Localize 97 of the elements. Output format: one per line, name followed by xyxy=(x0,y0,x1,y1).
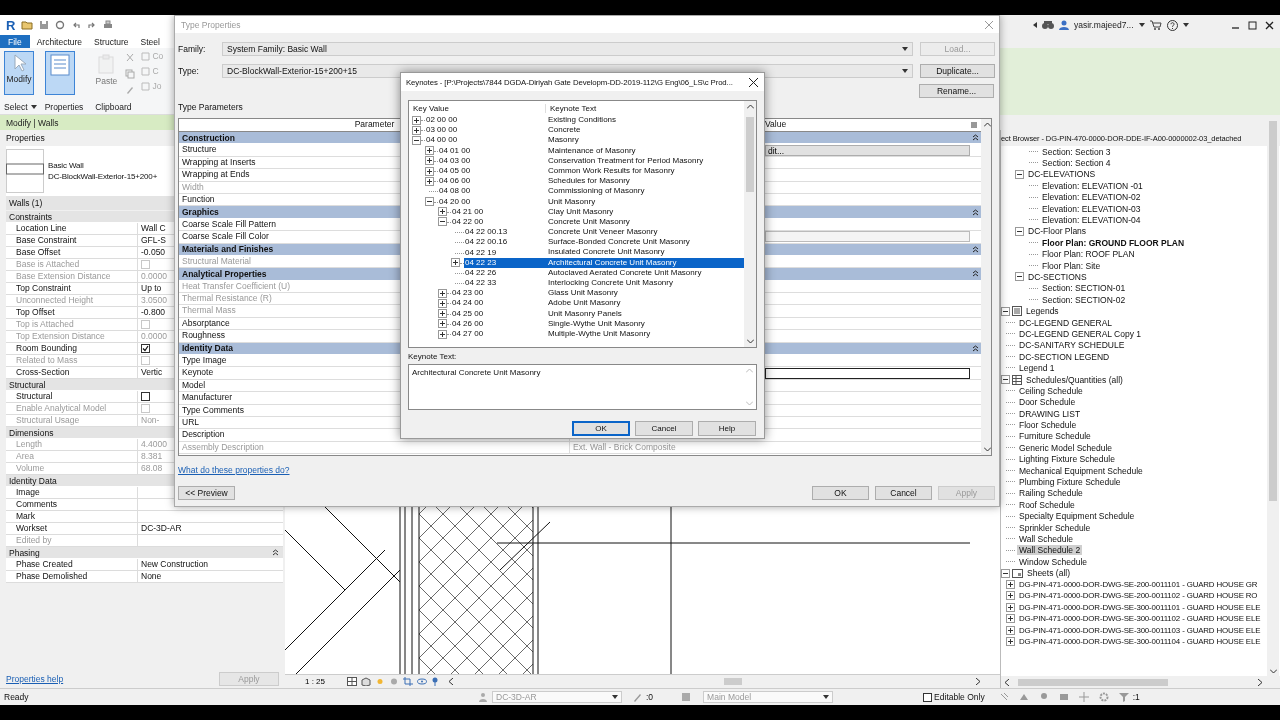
property-label: Base is Attached xyxy=(6,259,138,270)
property-label: Unconnected Height xyxy=(6,295,138,306)
property-label: Top Constraint xyxy=(6,283,138,294)
property-label: Workset xyxy=(6,523,138,534)
group-label: Constraints xyxy=(9,211,52,222)
property-value: -0.050 xyxy=(141,247,166,258)
property-label: Enable Analytical Model xyxy=(6,403,138,414)
property-label: Image xyxy=(6,487,138,498)
panel-label: Clipboard xyxy=(95,102,132,112)
key-value: 03 00 00 xyxy=(425,125,459,136)
property-label: Phase Demolished xyxy=(6,571,138,582)
keynote-text: Clay Unit Masonry xyxy=(547,206,615,217)
field-label: Keynote Text: xyxy=(408,352,457,361)
group-label: Identity Data xyxy=(9,475,57,486)
property-label: Length xyxy=(6,439,138,450)
keynote-text: Architectural Concrete Unit Masonry xyxy=(545,257,744,268)
group-label: Structural xyxy=(9,379,46,390)
key-value: 04 01 00 xyxy=(438,145,472,156)
property-label: Area xyxy=(6,451,138,462)
group-label: Phasing xyxy=(9,547,40,558)
property-label: Edited by xyxy=(6,535,138,546)
tool-label: Jo xyxy=(152,81,162,91)
key-value: 04 20 00 xyxy=(438,196,472,207)
group-label: Dimensions xyxy=(9,427,54,438)
filter-count: :1 xyxy=(1132,692,1140,702)
property-label: Top Extension Distance xyxy=(6,331,138,342)
dialog-title: Type Properties xyxy=(181,19,241,30)
key-value: 04 26 00 xyxy=(451,318,485,329)
keynote-text: Masonry xyxy=(547,135,580,146)
property-label: Room Bounding xyxy=(6,343,138,354)
key-value: 04 25 00 xyxy=(451,308,485,319)
panel-title: Properties xyxy=(6,133,45,143)
column-header: Key Value xyxy=(412,103,450,113)
parameter-label: Assembly Description xyxy=(179,441,570,454)
property-label: Base Constraint xyxy=(6,235,138,246)
key-value: 04 22 19 xyxy=(464,247,498,258)
property-value: 4.4000 xyxy=(141,439,167,450)
property-value: Vertic xyxy=(141,367,163,378)
key-value: 04 22 00 xyxy=(451,216,485,227)
key-value: 04 22 26 xyxy=(464,267,498,278)
keynote-text: Existing Conditions xyxy=(547,115,618,126)
property-label: Related to Mass xyxy=(6,355,138,366)
field-label: Family: xyxy=(178,44,207,54)
key-value: 04 27 00 xyxy=(451,329,485,340)
column-header: Parameter xyxy=(354,119,395,129)
property-label: Phase Created xyxy=(6,559,138,570)
editable-count: :0 xyxy=(646,692,654,702)
property-value: DC-3D-AR xyxy=(141,523,182,534)
key-value: 04 05 00 xyxy=(438,166,472,177)
property-value: Up to xyxy=(141,283,162,294)
keynote-text: Autoclaved Aerated Concrete Unit Masonry xyxy=(547,267,703,278)
key-value: 04 03 00 xyxy=(438,155,472,166)
property-value: Non- xyxy=(141,415,160,426)
key-value: 04 00 00 xyxy=(425,135,459,146)
family-name: Basic Wall xyxy=(48,161,85,170)
checkbox-label: Editable Only xyxy=(934,692,985,702)
property-value: None xyxy=(141,571,162,582)
property-label: Top is Attached xyxy=(6,319,138,330)
section-label: Type Parameters xyxy=(178,102,243,112)
panel-label: Select xyxy=(4,102,28,112)
parameter-value: Ext. Wall - Brick Composite xyxy=(573,442,676,453)
tool-label: Co xyxy=(152,51,164,61)
key-value: 04 22 23 xyxy=(464,257,545,268)
property-label: Base Offset xyxy=(6,247,138,258)
property-label: Structural xyxy=(6,391,138,402)
property-label: Base Extension Distance xyxy=(6,271,138,282)
key-value: 04 22 33 xyxy=(464,278,498,289)
property-value: -0.800 xyxy=(141,307,166,318)
property-value: 68.08 xyxy=(141,463,163,474)
key-value: 02 00 00 xyxy=(425,115,459,126)
text-value: Architectural Concrete Unit Masonry xyxy=(412,368,541,379)
status-text: Ready xyxy=(4,692,30,702)
keynote-text: Concrete xyxy=(547,125,582,136)
key-value: 04 21 00 xyxy=(451,206,485,217)
tool-label: C xyxy=(152,66,159,76)
field-label: Type: xyxy=(178,66,200,76)
context-label: Modify | Walls xyxy=(6,117,59,128)
keynote-text: Insulated Concrete Unit Masonry xyxy=(547,247,666,258)
type-name: DC-BlockWall-Exterior-15+200+ xyxy=(48,172,158,181)
property-label: Comments xyxy=(6,499,138,510)
property-value: Wall C xyxy=(141,223,166,234)
property-label: Volume xyxy=(6,463,138,474)
property-label: Top Offset xyxy=(6,307,138,318)
property-value: 3.0500 xyxy=(141,295,167,306)
filter-label: Walls (1) xyxy=(9,198,43,208)
property-value: 8.381 xyxy=(141,451,163,462)
property-label: Location Line xyxy=(6,223,138,234)
property-value: New Construction xyxy=(141,559,209,570)
property-value: GFL-S xyxy=(141,235,167,246)
panel-label: Properties xyxy=(44,102,84,112)
property-label: Mark xyxy=(6,511,138,522)
app-logo: R xyxy=(6,17,16,33)
property-label: Cross-Section xyxy=(6,367,138,378)
property-value: 0.0000 xyxy=(141,331,167,342)
property-value: 0.0000 xyxy=(141,271,167,282)
column-header: Value xyxy=(765,119,787,129)
property-label: Structural Usage xyxy=(6,415,138,426)
